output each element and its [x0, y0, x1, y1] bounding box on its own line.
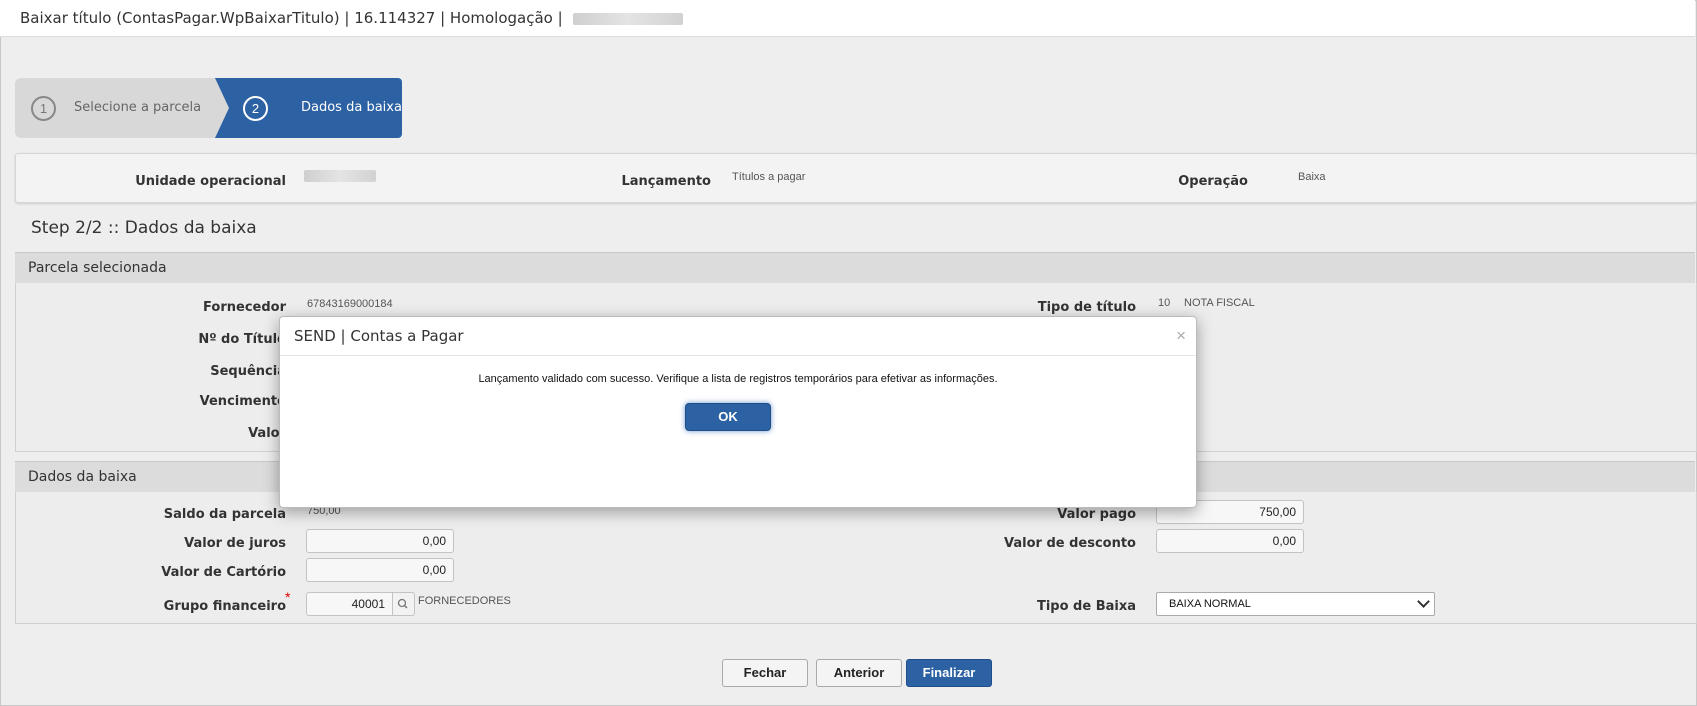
- close-icon[interactable]: ×: [1176, 326, 1186, 346]
- ok-button[interactable]: OK: [685, 403, 771, 431]
- dialog-message: Lançamento validado com sucesso. Verifiq…: [478, 373, 998, 385]
- modal-overlay: SEND | Contas a Pagar × Lançamento valid…: [0, 0, 1697, 706]
- success-dialog: SEND | Contas a Pagar × Lançamento valid…: [279, 316, 1197, 508]
- dialog-title: SEND | Contas a Pagar: [294, 327, 464, 345]
- dialog-header: SEND | Contas a Pagar ×: [280, 317, 1196, 356]
